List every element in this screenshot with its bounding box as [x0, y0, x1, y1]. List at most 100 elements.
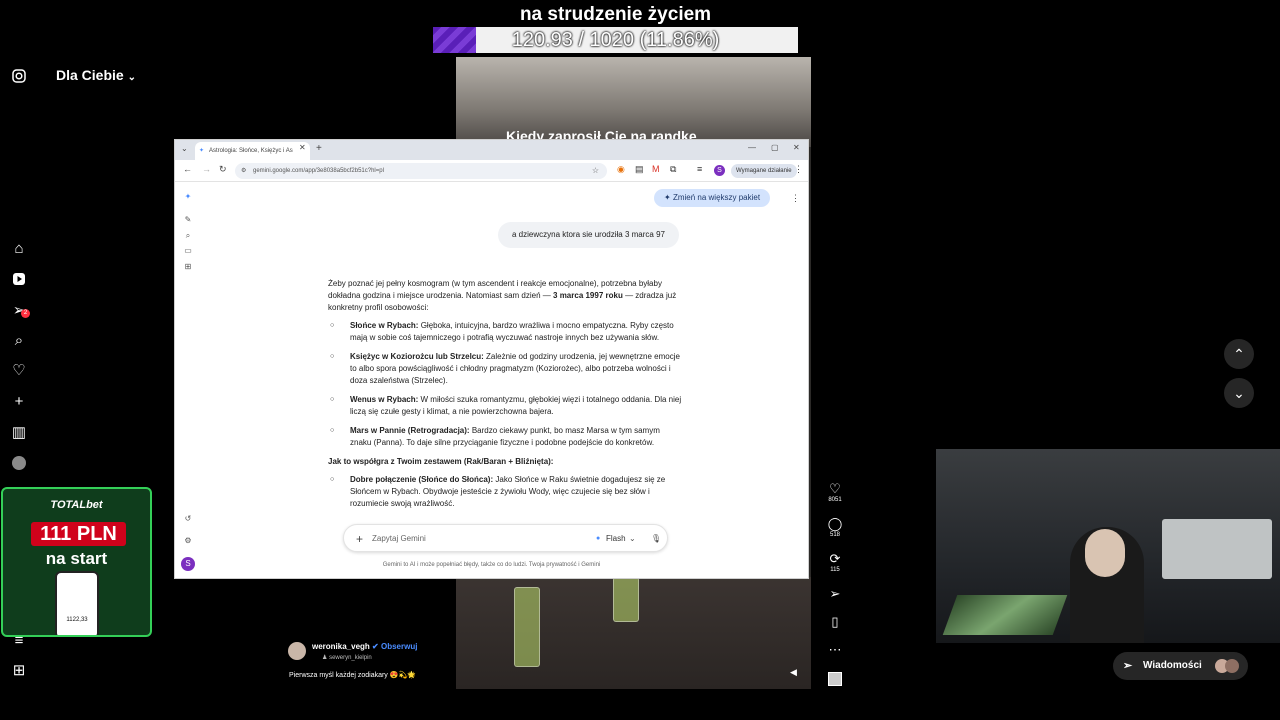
gmail-icon[interactable]: M — [652, 164, 660, 174]
gemini-sidebar: ✦ ✎ ⌕ ▭ ⊞ ↺ ⚙ — [175, 182, 201, 580]
feed-label: Dla Ciebie — [56, 67, 124, 83]
prompt-input[interactable]: + Zapytaj Gemini ● Flash ⌄ 🎙 — [343, 524, 668, 552]
url-field[interactable]: ⚙ gemini.google.com/app/3e8038a5bcf2b51c… — [235, 163, 607, 179]
ad-brand: TOTALbet — [50, 499, 103, 511]
address-bar: ← → ↻ ⚙ gemini.google.com/app/3e8038a5bc… — [175, 160, 808, 182]
feed-selector[interactable]: Dla Ciebie ⌄ — [56, 67, 136, 83]
stats-icon[interactable]: ▥ — [10, 423, 28, 441]
ad-subtitle: na start — [45, 549, 108, 568]
comment-button[interactable]: ◯ 518 — [826, 516, 844, 538]
keyboard-image — [942, 595, 1068, 635]
progress-text: 120.93 / 1020 (11.86%) — [511, 29, 720, 51]
save-button[interactable]: ▯ — [826, 614, 844, 630]
new-tab-icon[interactable]: + — [316, 143, 322, 154]
like-count: 8051 — [828, 497, 842, 503]
close-window-icon[interactable]: ✕ — [793, 143, 800, 152]
progress-bar: 120.93 / 1020 (11.86%) — [433, 27, 798, 53]
back-icon[interactable]: ← — [183, 164, 192, 174]
bookmark-star-icon[interactable]: ☆ — [592, 163, 599, 179]
settings-icon[interactable]: ⚙ — [183, 536, 193, 546]
prompt-placeholder: Zapytaj Gemini — [372, 534, 426, 543]
gemini-answer: Żeby poznać jej pełny kosmogram (w tym a… — [328, 278, 683, 517]
streamer-face-image — [1085, 529, 1125, 577]
url-text: gemini.google.com/app/3e8038a5bcf2b51c?h… — [253, 168, 384, 174]
list-item: Księżyc w Koziorożcu lub Strzelcu: Zależ… — [328, 351, 683, 387]
audio-icon — [828, 672, 842, 686]
new-chat-icon[interactable]: ✎ — [183, 215, 193, 225]
browser-tab[interactable]: ✦ Astrologia: Słońce, Księżyc i As — [195, 142, 310, 160]
volume-icon[interactable]: ◀ — [790, 667, 797, 678]
repost-button[interactable]: ⟳ 115 — [826, 551, 844, 573]
gems-icon[interactable]: ⊞ — [183, 262, 193, 272]
plus-icon[interactable]: + — [10, 392, 28, 410]
upgrade-label: Zmień na większy pakiet — [672, 193, 761, 202]
extension-icon[interactable]: ▤ — [635, 164, 644, 175]
profile-avatar[interactable] — [10, 454, 28, 472]
heart-icon: ♡ — [829, 481, 841, 496]
previous-video-button[interactable]: ⌃ — [1224, 339, 1254, 369]
author-username[interactable]: weronika_vegh ✔ — [312, 642, 379, 651]
audio-credit[interactable]: ♟ seweryn_kielpin — [322, 654, 372, 661]
section-heading: Jak to współgra z Twoim zestawem (Rak/Ba… — [328, 457, 554, 466]
search-icon[interactable]: ⌕ — [10, 331, 28, 349]
profile-avatar[interactable]: S — [714, 165, 725, 176]
list-item: Mars w Pannie (Retrogradacja): Bardzo ci… — [328, 425, 683, 449]
more-button[interactable]: ⋯ — [826, 642, 844, 658]
author-avatar[interactable] — [288, 642, 306, 660]
chevron-down-icon: ⌄ — [127, 72, 136, 83]
person-icon: ♟ — [322, 655, 328, 661]
stream-title: na strudzenie życiem — [519, 4, 712, 25]
heart-icon[interactable]: ♡ — [10, 361, 28, 379]
close-tab-icon[interactable]: ✕ — [299, 143, 306, 152]
totalbet-ad[interactable]: TOTALbet 111 PLN na start 1122,33 — [1, 487, 152, 637]
model-dot-icon: ● — [596, 535, 601, 542]
more-options-icon[interactable]: ⋮ — [791, 193, 800, 204]
comment-count: 518 — [829, 532, 840, 538]
reels-icon[interactable] — [10, 270, 28, 288]
maximize-icon[interactable]: ▢ — [771, 143, 779, 152]
audio-thumbnail[interactable] — [826, 672, 844, 686]
send-icon: ➢ — [829, 586, 841, 601]
library-icon[interactable]: ▭ — [183, 246, 193, 256]
gemini-logo-icon[interactable]: ✦ — [183, 192, 193, 202]
browser-window: ⌄ ✦ Astrologia: Słońce, Księżyc i As ✕ +… — [174, 139, 809, 579]
forward-icon[interactable]: → — [202, 164, 211, 174]
send-icon: ➢ — [1123, 660, 1133, 672]
search-icon[interactable]: ⌕ — [183, 231, 193, 241]
extension-icon[interactable]: ◉ — [617, 164, 625, 175]
sparkle-icon: ✦ — [664, 193, 671, 202]
chevron-down-icon: ⌄ — [629, 534, 636, 543]
glass-image — [514, 587, 540, 667]
microphone-icon[interactable]: 🎙 — [651, 525, 661, 553]
home-icon[interactable]: ⌂ — [10, 239, 28, 257]
tab-menu-icon[interactable]: ⌄ — [181, 144, 188, 153]
media-control-icon[interactable]: ≡ — [697, 164, 702, 174]
trait-list: Słońce w Rybach: Głęboka, intuicyjna, ba… — [328, 320, 683, 449]
instagram-icon[interactable] — [10, 67, 28, 85]
like-button[interactable]: ♡ 8051 — [826, 481, 844, 503]
action-required-button[interactable]: Wymagane działanie — [731, 164, 797, 178]
repost-count: 115 — [830, 567, 840, 573]
send-icon[interactable]: ➢ 2 — [10, 301, 30, 319]
tab-title: Astrologia: Słońce, Księżyc i As — [209, 148, 293, 154]
extensions-puzzle-icon[interactable]: ⧉ — [670, 164, 676, 175]
follow-button[interactable]: Obserwuj — [381, 642, 417, 651]
compat-list: Dobre połączenie (Słońce do Słońca): Jak… — [328, 474, 683, 510]
history-icon[interactable]: ↺ — [183, 514, 193, 524]
upgrade-button[interactable]: ✦ Zmień na większy pakiet — [654, 189, 771, 207]
share-button[interactable]: ➢ — [826, 586, 844, 602]
comment-icon: ◯ — [827, 516, 843, 531]
browser-menu-icon[interactable]: ⋮ — [794, 164, 803, 175]
model-selector[interactable]: Flash — [606, 525, 626, 553]
messages-button[interactable]: ➢ Wiadomości — [1113, 652, 1248, 680]
next-video-button[interactable]: ⌄ — [1224, 378, 1254, 408]
webcam-feed — [936, 449, 1280, 643]
minimize-icon[interactable]: — — [748, 143, 756, 152]
list-item: Dobre połączenie (Słońce do Słońca): Jak… — [328, 474, 683, 510]
add-attachment-icon[interactable]: + — [356, 525, 363, 553]
phone-image: 1122,33 — [55, 571, 99, 635]
apps-icon[interactable]: ⊞ — [10, 661, 28, 679]
reload-icon[interactable]: ↻ — [219, 164, 227, 175]
user-message: a dziewczyna ktora sie urodziła 3 marca … — [498, 222, 679, 248]
notification-badge: 2 — [21, 309, 30, 318]
